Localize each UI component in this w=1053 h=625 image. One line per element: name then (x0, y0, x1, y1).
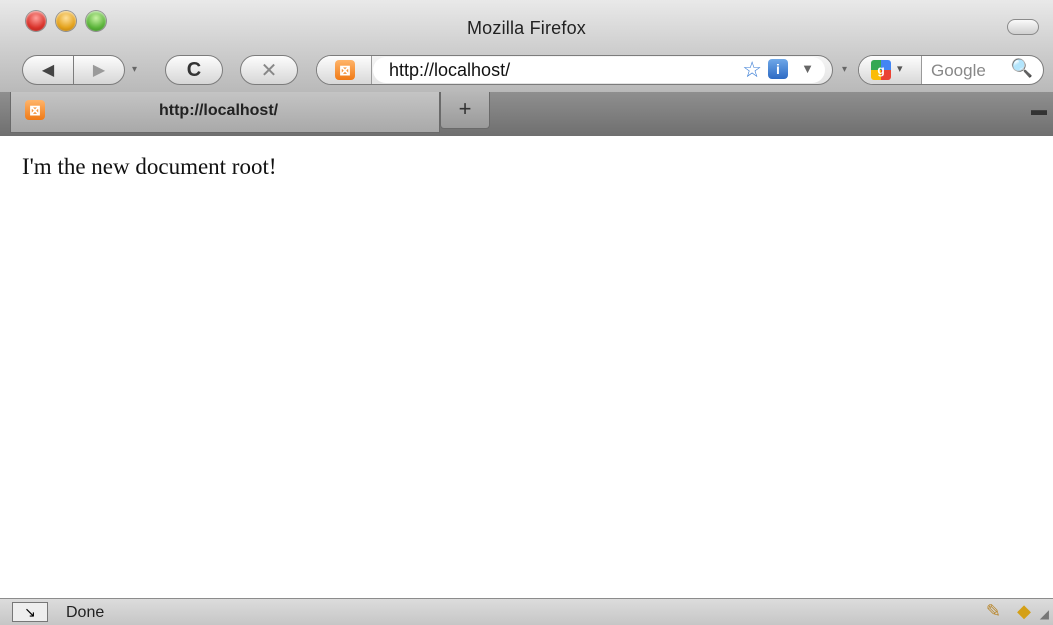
back-arrow-icon: ◀ (41, 62, 55, 79)
page-info-icon[interactable]: i (768, 59, 788, 79)
search-bar[interactable]: g ▾ 🔍 (858, 55, 1044, 85)
stop-button[interactable]: ✕ (240, 55, 298, 85)
search-input[interactable] (929, 59, 1017, 83)
engine-dropdown-icon: ▾ (897, 63, 903, 75)
navigation-toolbar: ◀ ▶ ▾ C ✕ ⊠ http://localhost/ ☆ i ▼ ▾ g … (0, 46, 1053, 92)
search-engine-button[interactable]: g ▾ (859, 56, 922, 84)
tab-strip: ⊠ http://localhost/ + ▬ (0, 92, 1053, 136)
site-favicon-icon: ⊠ (335, 60, 355, 80)
reload-icon: C (186, 58, 202, 81)
site-identity-button[interactable]: ⊠ (317, 56, 372, 84)
addon-badge-icon[interactable]: ◆ (1017, 601, 1031, 622)
plus-icon: + (458, 96, 472, 121)
status-bar: ↘ Done ✎ ◆ ◢ (0, 598, 1053, 625)
url-history-dropdown-icon[interactable]: ▼ (801, 61, 814, 76)
window-title: Mozilla Firefox (466, 18, 587, 38)
tab-title: http://localhost/ (159, 102, 279, 119)
search-icon[interactable]: 🔍 (1011, 58, 1033, 79)
forward-button[interactable]: ▶ (73, 55, 125, 85)
addon-pencil-icon[interactable]: ✎ (986, 601, 1001, 622)
toolbar-toggle-button[interactable] (1007, 19, 1039, 35)
resize-grip-icon[interactable]: ◢ (1040, 607, 1049, 621)
bookmark-star-icon[interactable]: ☆ (742, 57, 762, 83)
tab-favicon-icon: ⊠ (25, 100, 45, 120)
url-bar[interactable]: ⊠ http://localhost/ ☆ i ▼ (316, 55, 833, 85)
back-button[interactable]: ◀ (22, 55, 73, 85)
stop-icon: ✕ (260, 59, 278, 82)
google-icon: g (871, 60, 891, 80)
title-bar[interactable]: Mozilla Firefox (0, 0, 1053, 46)
toolbar-separator-icon: ▾ (842, 64, 848, 75)
page-content: I'm the new document root! (0, 136, 1053, 598)
status-text: Done (66, 604, 105, 621)
url-text[interactable]: http://localhost/ (389, 60, 510, 81)
tab-localhost[interactable]: ⊠ http://localhost/ (10, 92, 440, 133)
activity-icon: ↘ (12, 602, 48, 622)
page-body-text: I'm the new document root! (22, 154, 277, 179)
list-all-tabs-icon[interactable]: ▬ (1031, 102, 1047, 120)
history-dropdown-icon[interactable]: ▾ (132, 64, 137, 75)
new-tab-button[interactable]: + (440, 92, 490, 129)
reload-button[interactable]: C (165, 55, 223, 85)
forward-arrow-icon: ▶ (92, 62, 106, 79)
